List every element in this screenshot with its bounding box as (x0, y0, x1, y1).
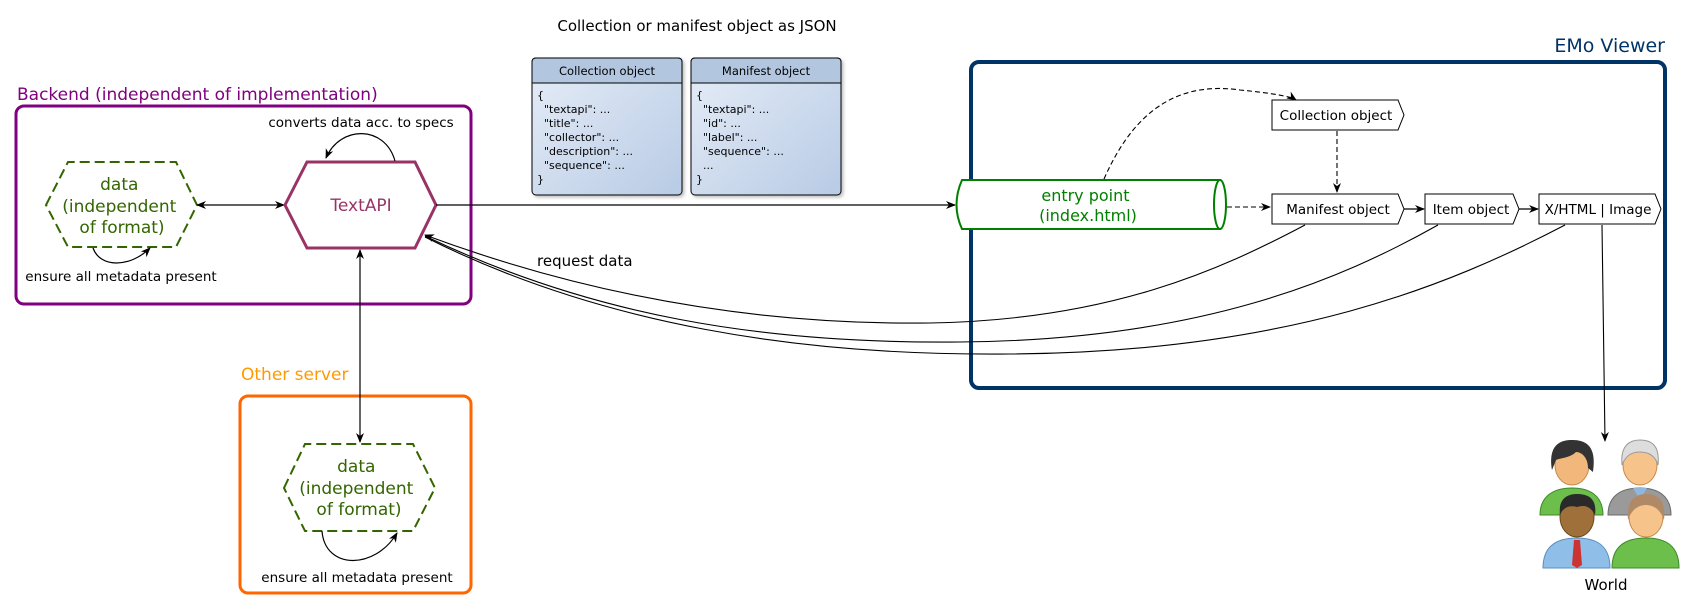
request-data-label: request data (537, 252, 633, 270)
entry-point-label: entry point (index.html) (1039, 186, 1137, 225)
other-server-data-text: data (independent of format) (299, 457, 419, 520)
manifest-request-edge (424, 224, 1306, 324)
output-request-edge (424, 224, 1566, 355)
viewer-collection-label: Collection object (1280, 108, 1393, 124)
viewer-item-label: Item object (1433, 202, 1510, 218)
people-icon (1539, 439, 1680, 569)
world-label: World (1585, 576, 1628, 594)
backend-data-loop-arrow (92, 247, 151, 264)
backend-data-loop-label: ensure all metadata present (25, 269, 216, 285)
backend-label: Backend (independent of implementation) (17, 85, 378, 105)
entry-collection-edge (1103, 88, 1297, 180)
manifest-json-card-header: Manifest object (722, 64, 811, 78)
viewer-manifest-label: Manifest object (1286, 202, 1390, 218)
viewer-output-label: X/HTML | Image (1545, 202, 1652, 218)
textapi-loop-arrow (325, 133, 396, 162)
diagram-title: Collection or manifest object as JSON (557, 17, 836, 35)
other-server-data-loop-arrow (321, 530, 398, 562)
textapi-label: TextAPI (329, 196, 391, 216)
item-request-edge (424, 224, 1439, 343)
textapi-loop-label: converts data acc. to specs (268, 115, 453, 131)
collection-json-card-header: Collection object (559, 64, 655, 78)
other-server-group: Other server data (independent of format… (238, 365, 473, 595)
backend-group: Backend (independent of implementation) … (14, 85, 473, 306)
other-server-data-loop-label: ensure all metadata present (261, 570, 452, 586)
architecture-diagram: Collection or manifest object as JSON Ba… (14, 17, 1680, 595)
backend-data-text: data (independent of format) (62, 175, 182, 238)
viewer-label: EMo Viewer (1554, 35, 1665, 57)
output-world-edge (1600, 224, 1609, 442)
other-server-label: Other server (241, 365, 349, 385)
